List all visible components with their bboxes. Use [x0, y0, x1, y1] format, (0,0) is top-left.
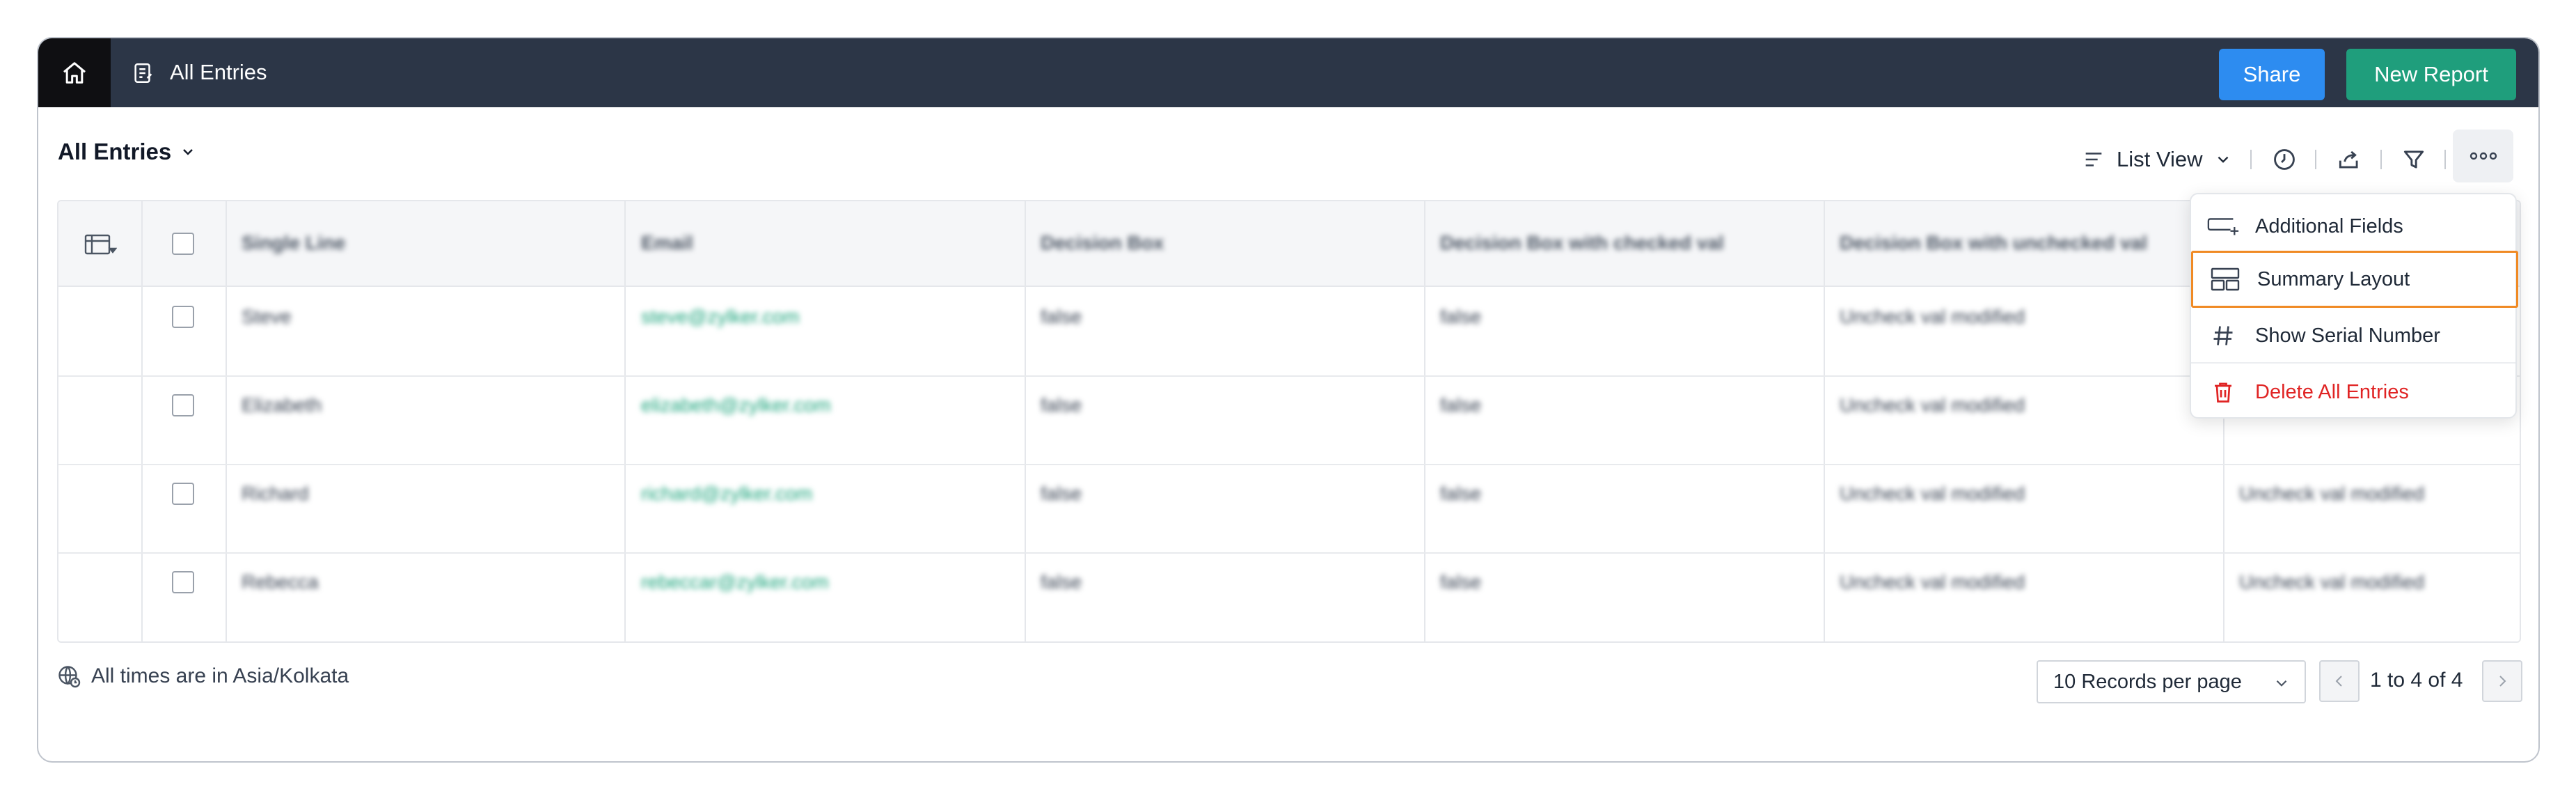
list-view-selector[interactable]: List View	[2082, 132, 2232, 187]
chevron-left-icon	[2335, 676, 2342, 687]
chevron-down-icon	[2218, 156, 2228, 163]
row-checkbox[interactable]	[172, 483, 194, 505]
column-divider	[624, 201, 626, 641]
column-header[interactable]: Decision Box with checked val	[1440, 232, 1724, 254]
chevron-right-icon	[2499, 676, 2506, 687]
menu-item-delete-all-entries[interactable]: Delete All Entries	[2191, 364, 2515, 420]
globe-icon	[58, 666, 81, 688]
column-divider	[141, 201, 143, 641]
filter-icon	[2403, 150, 2424, 169]
home-icon	[63, 61, 86, 84]
table-cell[interactable]: steve@zylker.com	[641, 306, 800, 328]
export-button[interactable]	[2335, 146, 2363, 173]
next-page-button[interactable]	[2482, 660, 2522, 702]
home-button[interactable]	[38, 38, 111, 107]
filter-button[interactable]	[2400, 146, 2428, 173]
report-window: All Entries Share New Report All Entries…	[37, 37, 2540, 763]
menu-item-show-serial-number[interactable]: Show Serial Number	[2191, 308, 2515, 364]
table-cell: false	[1041, 571, 1082, 593]
row-checkbox[interactable]	[172, 394, 194, 416]
table-cell: Uncheck val modified	[1840, 394, 2025, 416]
column-header[interactable]: Email	[641, 232, 693, 254]
column-settings-icon[interactable]	[84, 233, 117, 257]
column-header[interactable]: Single Line	[242, 232, 345, 254]
column-divider	[1424, 201, 1425, 641]
row-checkbox[interactable]	[172, 306, 194, 328]
menu-item-label: Show Serial Number	[2255, 324, 2440, 347]
menu-item-label: Delete All Entries	[2255, 380, 2409, 403]
menu-item-additional-fields[interactable]: Additional Fields	[2191, 198, 2515, 254]
list-view-label: List View	[2117, 147, 2203, 171]
column-divider	[1025, 201, 1026, 641]
table-cell: Richard	[242, 483, 309, 504]
timezone-text: All times are in Asia/Kolkata	[91, 664, 349, 687]
row-checkbox[interactable]	[172, 571, 194, 593]
column-header[interactable]: Decision Box with unchecked val	[1840, 232, 2147, 254]
pagination-text: 1 to 4 of 4	[2370, 669, 2463, 692]
top-bar: All Entries Share New Report	[38, 38, 2538, 107]
view-selector[interactable]: All Entries	[58, 139, 196, 165]
table-cell: Uncheck val modified	[1840, 571, 2025, 593]
menu-divider	[2191, 362, 2515, 364]
menu-item-label: Summary Layout	[2257, 267, 2410, 290]
table-cell[interactable]: rebeccar@zylker.com	[641, 571, 829, 593]
table-header	[58, 201, 2520, 287]
menu-item-label: Additional Fields	[2255, 215, 2403, 237]
table-cell: Uncheck val modified	[1840, 483, 2025, 504]
select-all-checkbox[interactable]	[172, 233, 194, 255]
table-cell: Uncheck val modified	[2239, 483, 2425, 504]
table-cell: Steve	[242, 306, 292, 327]
list-view-icon	[2085, 153, 2102, 166]
page-title: All Entries	[170, 60, 267, 84]
clock-icon	[2274, 149, 2295, 170]
table-cell: false	[1041, 483, 1082, 504]
toolbar-divider	[2380, 150, 2382, 169]
table-cell: Uncheck val modified	[2239, 571, 2425, 593]
table-cell: false	[1440, 571, 1482, 593]
summary-layout-icon	[2208, 265, 2242, 293]
table-cell: false	[1440, 306, 1482, 327]
table-cell: false	[1440, 483, 1482, 504]
additional-fields-icon	[2206, 212, 2240, 240]
previous-page-button[interactable]	[2319, 660, 2360, 702]
chevron-down-icon	[183, 149, 193, 155]
toolbar-divider	[2315, 150, 2316, 169]
table-cell[interactable]: elizabeth@zylker.com	[641, 394, 831, 416]
table-cell: false	[1440, 394, 1482, 416]
toolbar-divider	[2250, 150, 2252, 169]
trash-icon	[2206, 378, 2240, 406]
toolbar-divider	[2444, 150, 2446, 169]
more-options-button[interactable]	[2453, 130, 2513, 182]
report-icon	[134, 63, 152, 84]
records-per-page-select[interactable]: 10 Records per page	[2037, 660, 2306, 703]
column-divider	[1824, 201, 1825, 641]
table-cell: false	[1041, 306, 1082, 327]
menu-item-summary-layout[interactable]: Summary Layout	[2191, 251, 2518, 308]
hash-icon	[2206, 322, 2240, 350]
new-report-button[interactable]: New Report	[2346, 49, 2516, 100]
more-options-menu: Additional Fields Summary Layout Show Se…	[2190, 193, 2518, 420]
history-button[interactable]	[2270, 146, 2298, 173]
more-icon	[2470, 152, 2497, 160]
chevron-down-icon	[2276, 680, 2287, 687]
records-per-page-value: 10 Records per page	[2053, 670, 2242, 693]
table-cell: Elizabeth	[242, 394, 322, 416]
share-button[interactable]: Share	[2219, 49, 2325, 100]
table-cell: Rebecca	[242, 571, 319, 593]
timezone-note: All times are in Asia/Kolkata	[56, 664, 349, 689]
row-divider	[58, 552, 2520, 554]
column-header[interactable]: Decision Box	[1041, 232, 1164, 254]
share-export-icon	[2339, 150, 2358, 169]
column-divider	[226, 201, 227, 641]
view-title: All Entries	[58, 139, 172, 164]
table-cell: false	[1041, 394, 1082, 416]
row-divider	[58, 375, 2520, 377]
entries-table: Single Line Email Decision Box Decision …	[57, 200, 2521, 643]
table-cell: Uncheck val modified	[1840, 306, 2025, 327]
row-divider	[58, 464, 2520, 465]
table-cell[interactable]: richard@zylker.com	[641, 483, 812, 505]
